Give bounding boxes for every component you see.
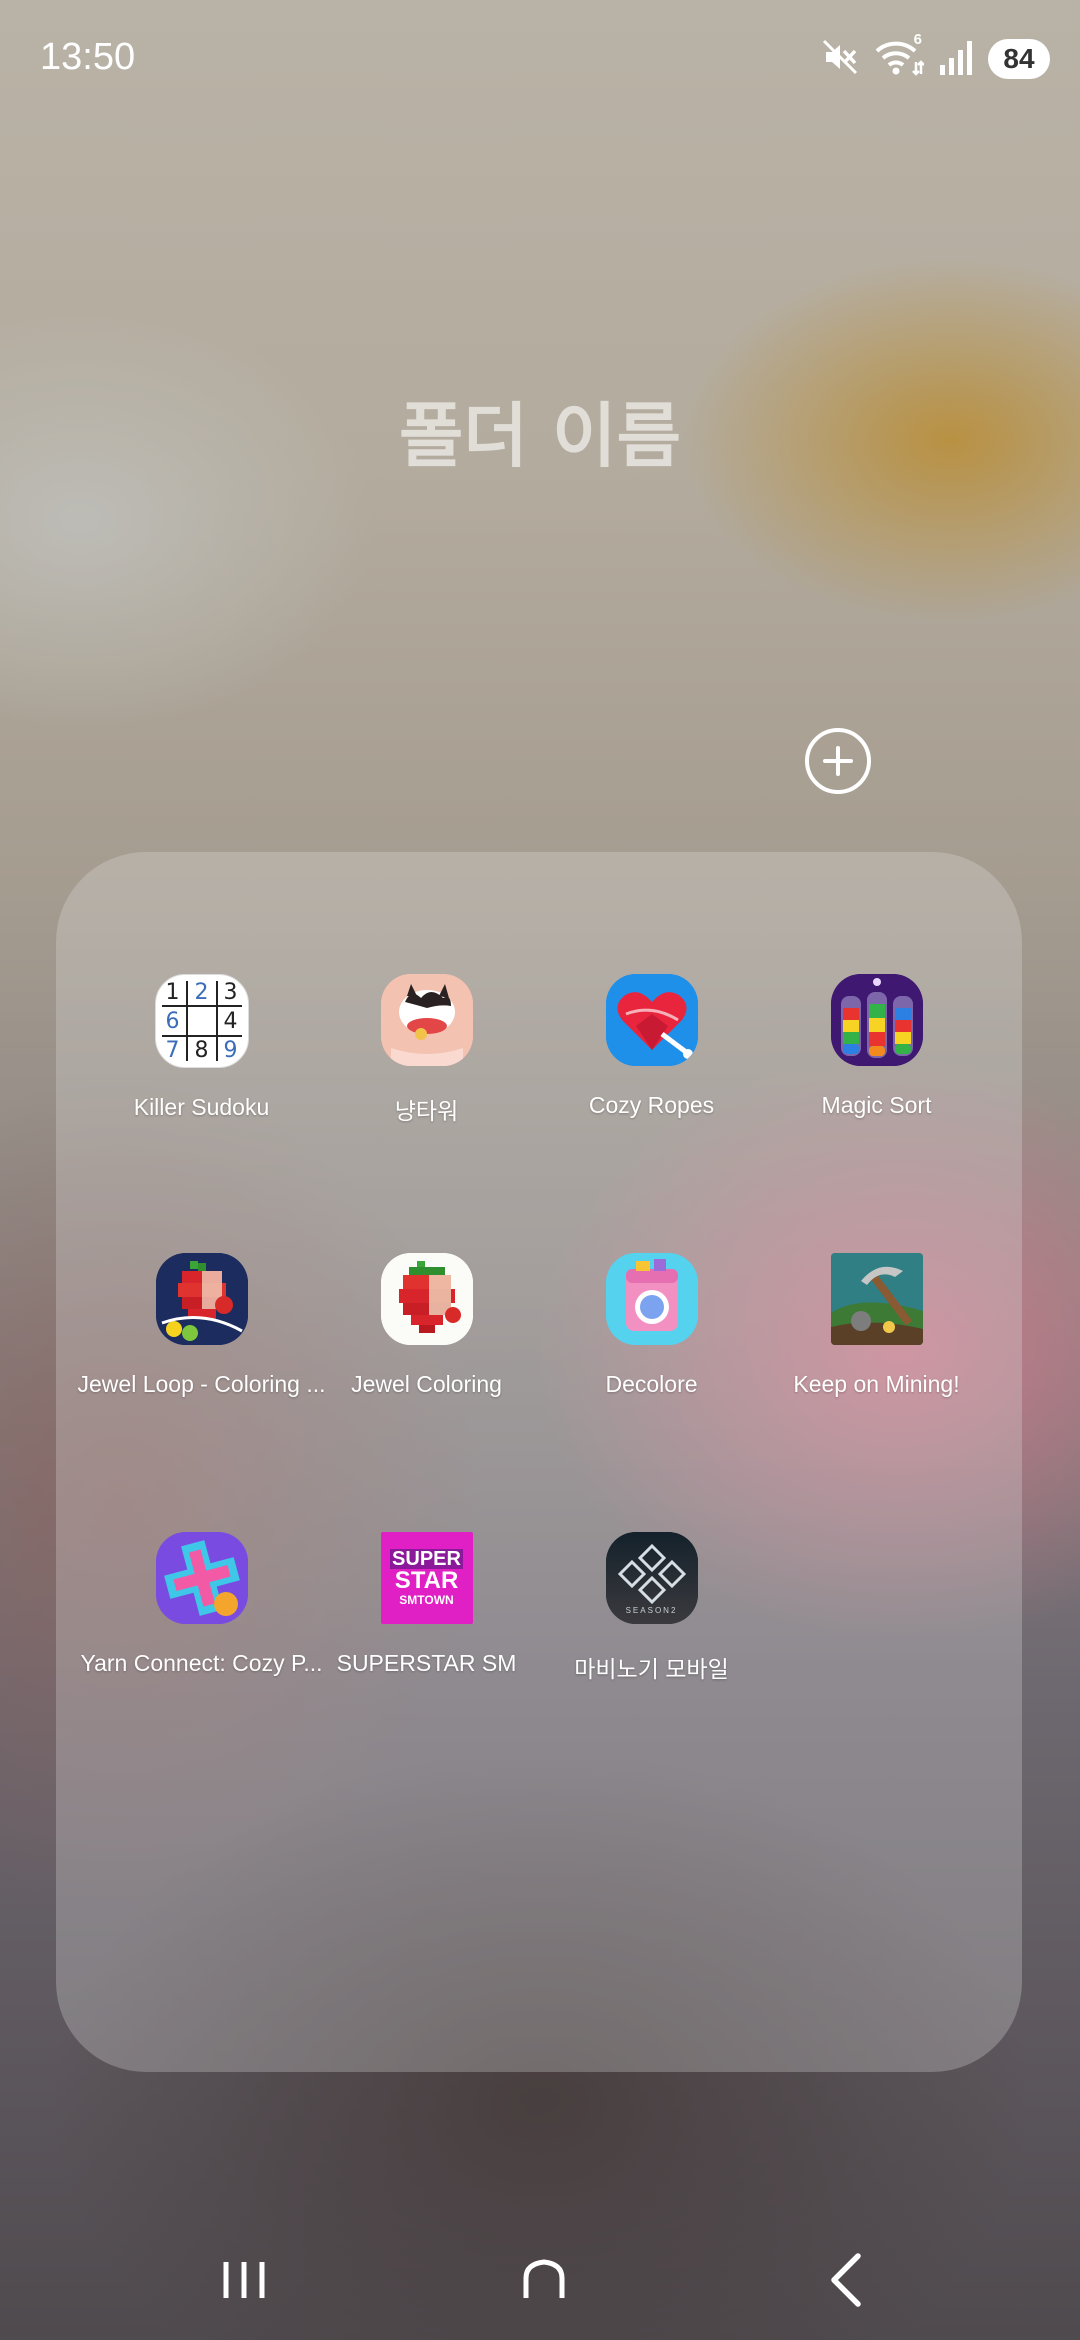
app-label: Jewel Loop - Coloring ... [77,1371,326,1397]
sudoku-digit: 6 [165,1009,180,1034]
app-magic-sort[interactable]: Magic Sort [764,974,989,1119]
washing-machine-icon [605,1253,698,1345]
superstar-logo-line: STAR [394,1567,459,1594]
sudoku-digit: 3 [223,980,238,1005]
mabinogi-knot-icon: SEASON2 [605,1532,698,1624]
app-label: 마비노기 모바일 [574,1656,729,1682]
app-label: Jewel Coloring [351,1371,502,1397]
app-cozy-ropes[interactable]: Cozy Ropes [539,974,764,1119]
back-button[interactable] [808,2240,888,2320]
app-mabinogi-mobile[interactable]: SEASON2 마비노기 모바일 [539,1532,764,1684]
yarn-cross-icon [155,1532,248,1624]
sudoku-digit: 8 [194,1038,209,1063]
color-bottles-icon [830,974,923,1066]
battery-indicator: 84 [988,39,1050,79]
app-label: Magic Sort [821,1092,932,1118]
sudoku-digit: 4 [223,1009,238,1034]
wifi-badge: 6 [913,31,922,48]
app-decolore[interactable]: Decolore [539,1253,764,1398]
home-icon [523,2259,565,2298]
app-jewel-loop[interactable]: Jewel Loop - Coloring ... [78,1253,326,1398]
add-apps-button[interactable] [805,728,871,794]
status-icons: 6 84 [820,31,1050,82]
superstar-smtown-icon: SUPER STAR SMTOWN [380,1532,473,1624]
sudoku-digit: 1 [165,980,180,1005]
status-bar: 13:50 6 84 [0,0,1080,120]
app-label: Keep on Mining! [793,1371,960,1397]
back-icon [831,2253,861,2307]
recent-apps-icon [223,2262,265,2298]
app-cat-tower[interactable]: 냥타워 [314,974,539,1126]
navigation-bar [0,2220,1080,2340]
heart-rope-icon [605,974,698,1066]
signal-icon [938,37,974,81]
app-keep-on-mining[interactable]: Keep on Mining! [764,1253,989,1398]
cat-tower-icon [380,974,473,1066]
pixel-strawberry-icon [380,1253,473,1345]
app-label: Cozy Ropes [588,1092,715,1118]
folder-name-field[interactable]: 폴더 이름 [0,380,1080,481]
mute-icon [820,37,860,81]
recent-apps-button[interactable] [204,2240,284,2320]
app-label: SUPERSTAR SM [336,1650,517,1676]
app-superstar-sm[interactable]: SUPER STAR SMTOWN SUPERSTAR SM [314,1532,539,1677]
home-button[interactable] [504,2240,584,2320]
pixel-strawberry-loop-icon [155,1253,248,1345]
wifi-icon: 6 [874,31,925,81]
sudoku-digit: 9 [223,1038,238,1063]
app-label: Yarn Connect: Cozy P... [80,1650,323,1676]
app-killer-sudoku[interactable]: 1 2 3 6 4 7 8 9 Killer Sudoku [89,974,314,1121]
app-jewel-coloring[interactable]: Jewel Coloring [314,1253,539,1398]
clock: 13:50 [40,36,136,78]
app-label: 냥타워 [394,1098,459,1124]
killer-sudoku-icon: 1 2 3 6 4 7 8 9 [154,974,249,1068]
app-label: Decolore [605,1371,698,1397]
sudoku-digit: 7 [165,1038,180,1063]
superstar-logo-line: SUPER [390,1548,463,1570]
mabinogi-season-text: SEASON2 [625,1606,678,1615]
sudoku-digit: 2 [194,980,209,1005]
pickaxe-mining-icon [830,1253,923,1345]
superstar-logo-line: SMTOWN [399,1593,454,1607]
app-yarn-connect[interactable]: Yarn Connect: Cozy P... [80,1532,323,1677]
app-label: Killer Sudoku [133,1094,270,1120]
